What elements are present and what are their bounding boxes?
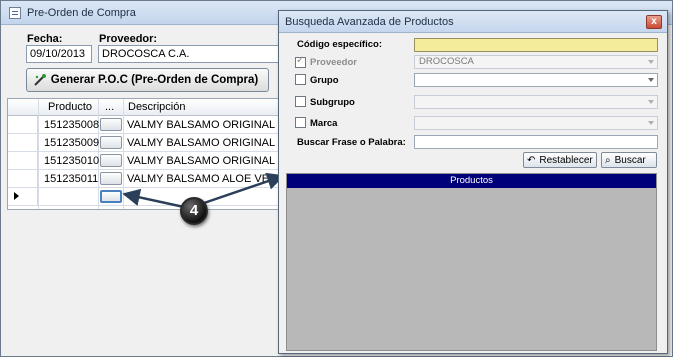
subgrupo-label: Subgrupo (310, 97, 355, 108)
lookup-button-active[interactable] (100, 190, 122, 203)
fecha-field[interactable]: 09/10/2013 (26, 45, 92, 63)
marca-label: Marca (310, 118, 338, 129)
buscar-button-label: Buscar (614, 154, 646, 166)
chevron-down-icon (648, 100, 654, 104)
table-row[interactable]: 151235009 VALMY BALSAMO ORIGINAL 360 (8, 134, 306, 152)
buscar-button[interactable]: ⌕ Buscar (601, 152, 657, 168)
table-row[interactable]: 151235011 VALMY BALSAMO ALOE VERA 240 (8, 170, 306, 188)
restablecer-label: Restablecer (539, 154, 593, 166)
proveedor-label: Proveedor: (99, 33, 158, 45)
marca-checkbox[interactable] (295, 117, 306, 128)
products-results-header: Productos (287, 174, 656, 188)
binoculars-icon: ⌕ (605, 154, 611, 166)
chevron-down-icon (648, 121, 654, 125)
main-window-title: Pre-Orden de Compra (27, 7, 136, 19)
buscar-field[interactable] (414, 135, 658, 149)
descripcion-cell: VALMY BALSAMO ORIGINAL 480 (127, 155, 297, 167)
subgrupo-checkbox[interactable] (295, 96, 306, 107)
fecha-label: Fecha: (27, 33, 63, 45)
undo-icon: ↶ (527, 154, 536, 166)
col-descripcion[interactable]: Descripción (128, 101, 185, 113)
proveedor-select[interactable]: DROCOSCA (414, 55, 658, 69)
step-callout: 4 (180, 197, 208, 225)
codigo-field[interactable] (414, 38, 658, 52)
buscar-label: Buscar Frase o Palabra: (297, 137, 406, 148)
products-results-panel: Productos (286, 173, 657, 351)
chevron-down-icon (648, 60, 654, 64)
grupo-checkbox[interactable] (295, 74, 306, 85)
codigo-label: Código específico: (297, 39, 382, 50)
grid-header: Producto ... Descripción (8, 99, 306, 116)
marca-select[interactable] (414, 116, 658, 130)
table-row[interactable]: 151235010 VALMY BALSAMO ORIGINAL 480 (8, 152, 306, 170)
descripcion-cell: VALMY BALSAMO ORIGINAL 360 (127, 137, 297, 149)
proveedor-filter-label: Proveedor (310, 57, 357, 68)
col-producto[interactable]: Producto (48, 101, 92, 113)
products-grid: Producto ... Descripción 151235008 VALMY… (7, 98, 307, 210)
proveedor-field[interactable]: DROCOSCA C.A. (98, 45, 283, 63)
producto-cell: 151235008 (44, 119, 100, 131)
grupo-label: Grupo (310, 75, 339, 86)
descripcion-cell: VALMY BALSAMO ORIGINAL 240 (127, 119, 297, 131)
new-row[interactable] (8, 188, 306, 206)
table-row[interactable]: 151235008 VALMY BALSAMO ORIGINAL 240 (8, 116, 306, 134)
subgrupo-select[interactable] (414, 95, 658, 109)
restablecer-button[interactable]: ↶ Restablecer (523, 152, 597, 168)
lookup-button[interactable] (100, 136, 122, 149)
col-dots[interactable]: ... (105, 101, 114, 113)
advanced-search-dialog: Busqueda Avanzada de Productos x Código … (278, 10, 668, 354)
generar-poc-label: Generar P.O.C (Pre-Orden de Compra) (50, 74, 259, 86)
lookup-button[interactable] (100, 118, 122, 131)
form-icon (9, 7, 21, 19)
grupo-select[interactable] (414, 73, 658, 87)
close-icon[interactable]: x (646, 15, 662, 29)
current-row-icon (14, 192, 19, 200)
producto-cell: 151235011 (44, 173, 99, 185)
chevron-down-icon (648, 78, 654, 82)
dialog-title: Busqueda Avanzada de Productos (285, 16, 454, 28)
lookup-button[interactable] (100, 154, 122, 167)
generar-poc-button[interactable]: Generar P.O.C (Pre-Orden de Compra) (26, 68, 269, 92)
screen: Pre-Orden de Compra Fecha: 09/10/2013 Pr… (0, 0, 673, 357)
producto-cell: 151235010 (44, 155, 100, 167)
lookup-button[interactable] (100, 172, 122, 185)
dialog-titlebar: Busqueda Avanzada de Productos x (279, 11, 667, 33)
producto-cell: 151235009 (44, 137, 100, 149)
wand-icon (34, 74, 46, 86)
proveedor-checkbox[interactable] (295, 55, 306, 68)
proveedor-select-value: DROCOSCA (419, 56, 474, 67)
